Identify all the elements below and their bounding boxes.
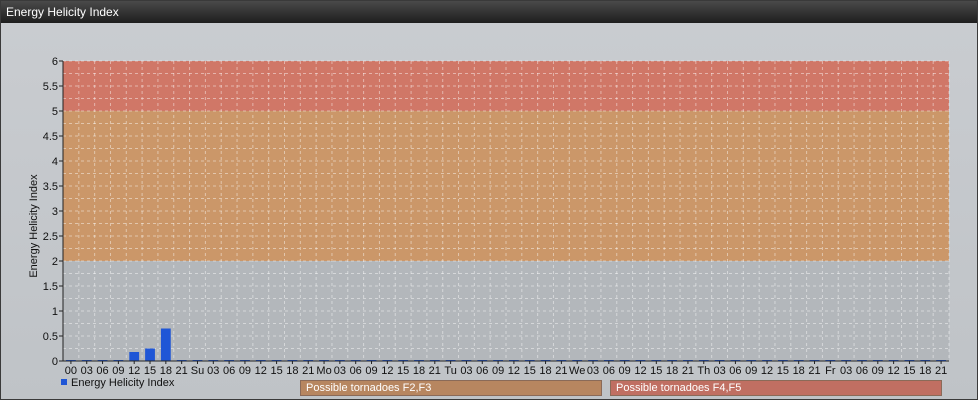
x-tick-label: 15	[650, 365, 662, 377]
band-legend-f2-f3: Possible tornadoes F2,F3	[300, 380, 602, 396]
series-legend-label: Energy Helicity Index	[71, 377, 175, 389]
x-tick-label: 12	[255, 365, 267, 377]
x-tick-label: Th	[697, 365, 710, 377]
x-tick-label: 18	[666, 365, 678, 377]
x-tick-label: 06	[729, 365, 741, 377]
y-tick-label: 5	[52, 106, 58, 118]
x-tick-label: Fr	[825, 365, 836, 377]
x-tick-label: 15	[270, 365, 282, 377]
y-tick-label: 4	[52, 156, 58, 168]
x-tick-label: 21	[682, 365, 694, 377]
x-tick-label: 06	[476, 365, 488, 377]
x-tick-label: 06	[856, 365, 868, 377]
chart-panel: 0 0.5 1 1.5 2 2.5 3 3.5 4 4.5 5 5.5 6 00 03 06 09 12 15 18 2…	[1, 23, 977, 399]
bar	[129, 352, 140, 361]
x-tick-label: 18	[286, 365, 298, 377]
x-tick-label: 12	[381, 365, 393, 377]
x-tick-label: 21	[176, 365, 188, 377]
x-tick-label: 18	[919, 365, 931, 377]
x-tick-label: 12	[508, 365, 520, 377]
chart-window: Energy Helicity Index 0 0.5 1 1.5 2 2.5 3 3.5 4 4…	[0, 0, 978, 400]
x-tick-label: 09	[365, 365, 377, 377]
x-tick-label: 21	[555, 365, 567, 377]
x-tick-label: We	[569, 365, 585, 377]
window-title: Energy Helicity Index	[1, 1, 977, 23]
bar	[145, 348, 155, 361]
x-tick-label: Tu	[444, 365, 456, 377]
x-tick-label: 18	[413, 365, 425, 377]
y-tick-label: 6	[52, 56, 58, 68]
y-tick-label: 2.5	[43, 231, 58, 243]
x-tick-label: Mo	[316, 365, 331, 377]
x-tick-label: 09	[619, 365, 631, 377]
bar	[160, 328, 171, 361]
y-tick-label: 0.5	[43, 331, 58, 343]
x-tick-label: 09	[492, 365, 504, 377]
y-tick-label: 2	[52, 256, 58, 268]
x-tick-label: 15	[903, 365, 915, 377]
x-tick-label: 12	[634, 365, 646, 377]
x-tick-label: 06	[223, 365, 235, 377]
y-tick-label: 4.5	[43, 131, 58, 143]
x-tick-label: 09	[745, 365, 757, 377]
x-tick-label: 03	[460, 365, 472, 377]
x-tick-label: 09	[872, 365, 884, 377]
x-tick-label: 15	[397, 365, 409, 377]
y-tick-label: 3	[52, 206, 58, 218]
x-tick-label: 03	[840, 365, 852, 377]
x-tick-label: 06	[350, 365, 362, 377]
x-tick-label: 21	[935, 365, 947, 377]
energy-helicity-chart: 00.511.522.533.544.555.5600 03 06 09 12 15 18 2…	[28, 56, 950, 377]
x-tick-label: Su	[191, 365, 204, 377]
x-tick-label: 21	[302, 365, 314, 377]
x-tick-label: 09	[239, 365, 251, 377]
x-tick-label: 12	[761, 365, 773, 377]
x-tick-label: 21	[429, 365, 441, 377]
x-tick-label: 12	[888, 365, 900, 377]
x-tick-label: 15	[524, 365, 536, 377]
y-tick-label: 3.5	[43, 181, 58, 193]
y-tick-label: 0	[52, 356, 58, 368]
y-tick-label: 1.5	[43, 281, 58, 293]
y-axis-label: Energy Helicity Index	[28, 174, 40, 278]
y-tick-label: 5.5	[43, 81, 58, 93]
x-tick-label: 15	[777, 365, 789, 377]
band-legend-f4-f5: Possible tornadoes F4,F5	[610, 380, 942, 396]
x-tick-label: 03	[207, 365, 219, 377]
x-tick-label: 18	[793, 365, 805, 377]
x-tick-label: 03	[713, 365, 725, 377]
x-tick-label: 03	[587, 365, 599, 377]
series-legend[interactable]: Energy Helicity Index	[61, 375, 174, 391]
x-tick-label: 03	[334, 365, 346, 377]
x-tick-label: 18	[539, 365, 551, 377]
y-tick-label: 1	[52, 306, 58, 318]
series-legend-swatch	[61, 379, 67, 386]
x-tick-label: 21	[808, 365, 820, 377]
x-tick-label: 06	[603, 365, 615, 377]
